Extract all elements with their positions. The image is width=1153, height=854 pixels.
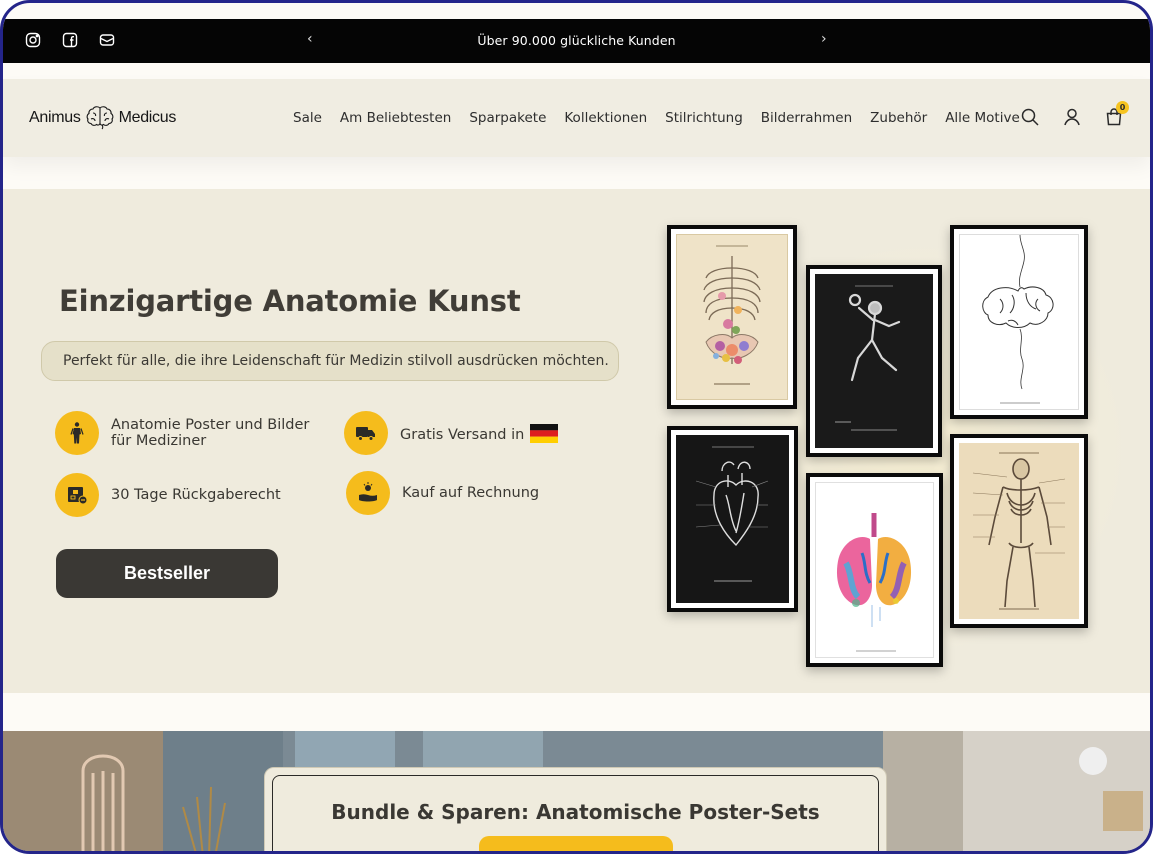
main-nav: Sale Am Beliebtesten Sparpakete Kollekti… <box>293 110 1020 126</box>
lungs-artwork <box>816 483 933 657</box>
feature-invoice: Kauf auf Rechnung <box>346 471 539 515</box>
hero-title: Einzigartige Anatomie Kunst <box>59 284 521 318</box>
announcement-bar: ‹ Über 90.000 glückliche Kunden › <box>3 19 1150 63</box>
feature-returns: 30 Tage Rückgaberecht <box>55 473 281 517</box>
poster-skeleton-back[interactable] <box>950 434 1088 628</box>
cart-count-badge: 0 <box>1116 101 1129 114</box>
nav-item-sale[interactable]: Sale <box>293 110 322 126</box>
poster-anatomical-heart[interactable] <box>667 426 798 612</box>
logo-text-left: Animus <box>29 109 81 126</box>
site-header: Animus Medicus Sale Am Beliebtesten Spar… <box>3 79 1150 157</box>
nav-item-kollektionen[interactable]: Kollektionen <box>564 110 647 126</box>
nav-item-alle-motive[interactable]: Alle Motive <box>945 110 1020 126</box>
nav-item-stilrichtung[interactable]: Stilrichtung <box>665 110 743 126</box>
poster-handball-anatomy[interactable] <box>806 265 942 457</box>
return-box-icon <box>55 473 99 517</box>
feature-free-shipping: Gratis Versand in <box>344 411 559 455</box>
browser-frame: ‹ Über 90.000 glückliche Kunden › Animus… <box>0 0 1153 854</box>
bundle-button[interactable] <box>479 836 673 851</box>
poster-floral-ribcage[interactable] <box>667 225 797 409</box>
cart-icon[interactable]: 0 <box>1104 101 1129 127</box>
bundle-section: Bundle & Sparen: Anatomische Poster-Sets <box>3 731 1150 851</box>
nav-item-bilderrahmen[interactable]: Bilderrahmen <box>761 110 852 126</box>
truck-icon <box>344 411 388 455</box>
germany-flag-icon <box>530 423 559 443</box>
brain-icon <box>86 106 113 130</box>
human-body-icon <box>55 411 99 455</box>
nav-item-zubehoer[interactable]: Zubehör <box>870 110 927 126</box>
search-icon[interactable] <box>1020 107 1040 127</box>
brain-line-artwork <box>960 235 1078 409</box>
feature-shipping-text: Gratis Versand in <box>400 426 525 443</box>
skeleton-artwork <box>959 443 1079 619</box>
hero-subtitle: Perfekt für alle, die ihre Leidenschaft … <box>41 341 619 381</box>
feature-invoice-text: Kauf auf Rechnung <box>402 485 540 501</box>
hand-coin-icon <box>346 471 390 515</box>
logo[interactable]: Animus Medicus <box>29 105 176 131</box>
feature-anatomy-line2: für Mediziner <box>111 433 207 449</box>
feature-returns-text: 30 Tage Rückgaberecht <box>111 487 281 503</box>
header-icons: 0 <box>1020 101 1129 127</box>
heart-artwork <box>676 435 789 603</box>
floral-ribcage-artwork <box>676 234 788 400</box>
bundle-card: Bundle & Sparen: Anatomische Poster-Sets <box>264 767 887 851</box>
poster-brain-line-art[interactable] <box>950 225 1088 419</box>
nav-item-am-beliebtesten[interactable]: Am Beliebtesten <box>340 110 451 126</box>
bestseller-button[interactable]: Bestseller <box>56 549 278 598</box>
hero-section: Einzigartige Anatomie Kunst Perfekt für … <box>3 189 1150 693</box>
nav-item-sparpakete[interactable]: Sparpakete <box>469 110 546 126</box>
feature-anatomy-line1: Anatomie Poster und Bilder <box>111 417 310 433</box>
bundle-title: Bundle & Sparen: Anatomische Poster-Sets <box>331 800 820 824</box>
chevron-right-icon[interactable]: › <box>821 31 827 47</box>
announcement-message: Über 90.000 glückliche Kunden <box>477 33 676 48</box>
account-icon[interactable] <box>1062 107 1082 127</box>
logo-text-right: Medicus <box>118 109 177 126</box>
feature-anatomy-posters: Anatomie Poster und Bilder für Mediziner <box>55 411 309 455</box>
handball-artwork <box>815 274 933 448</box>
poster-watercolor-lungs[interactable] <box>806 473 943 667</box>
